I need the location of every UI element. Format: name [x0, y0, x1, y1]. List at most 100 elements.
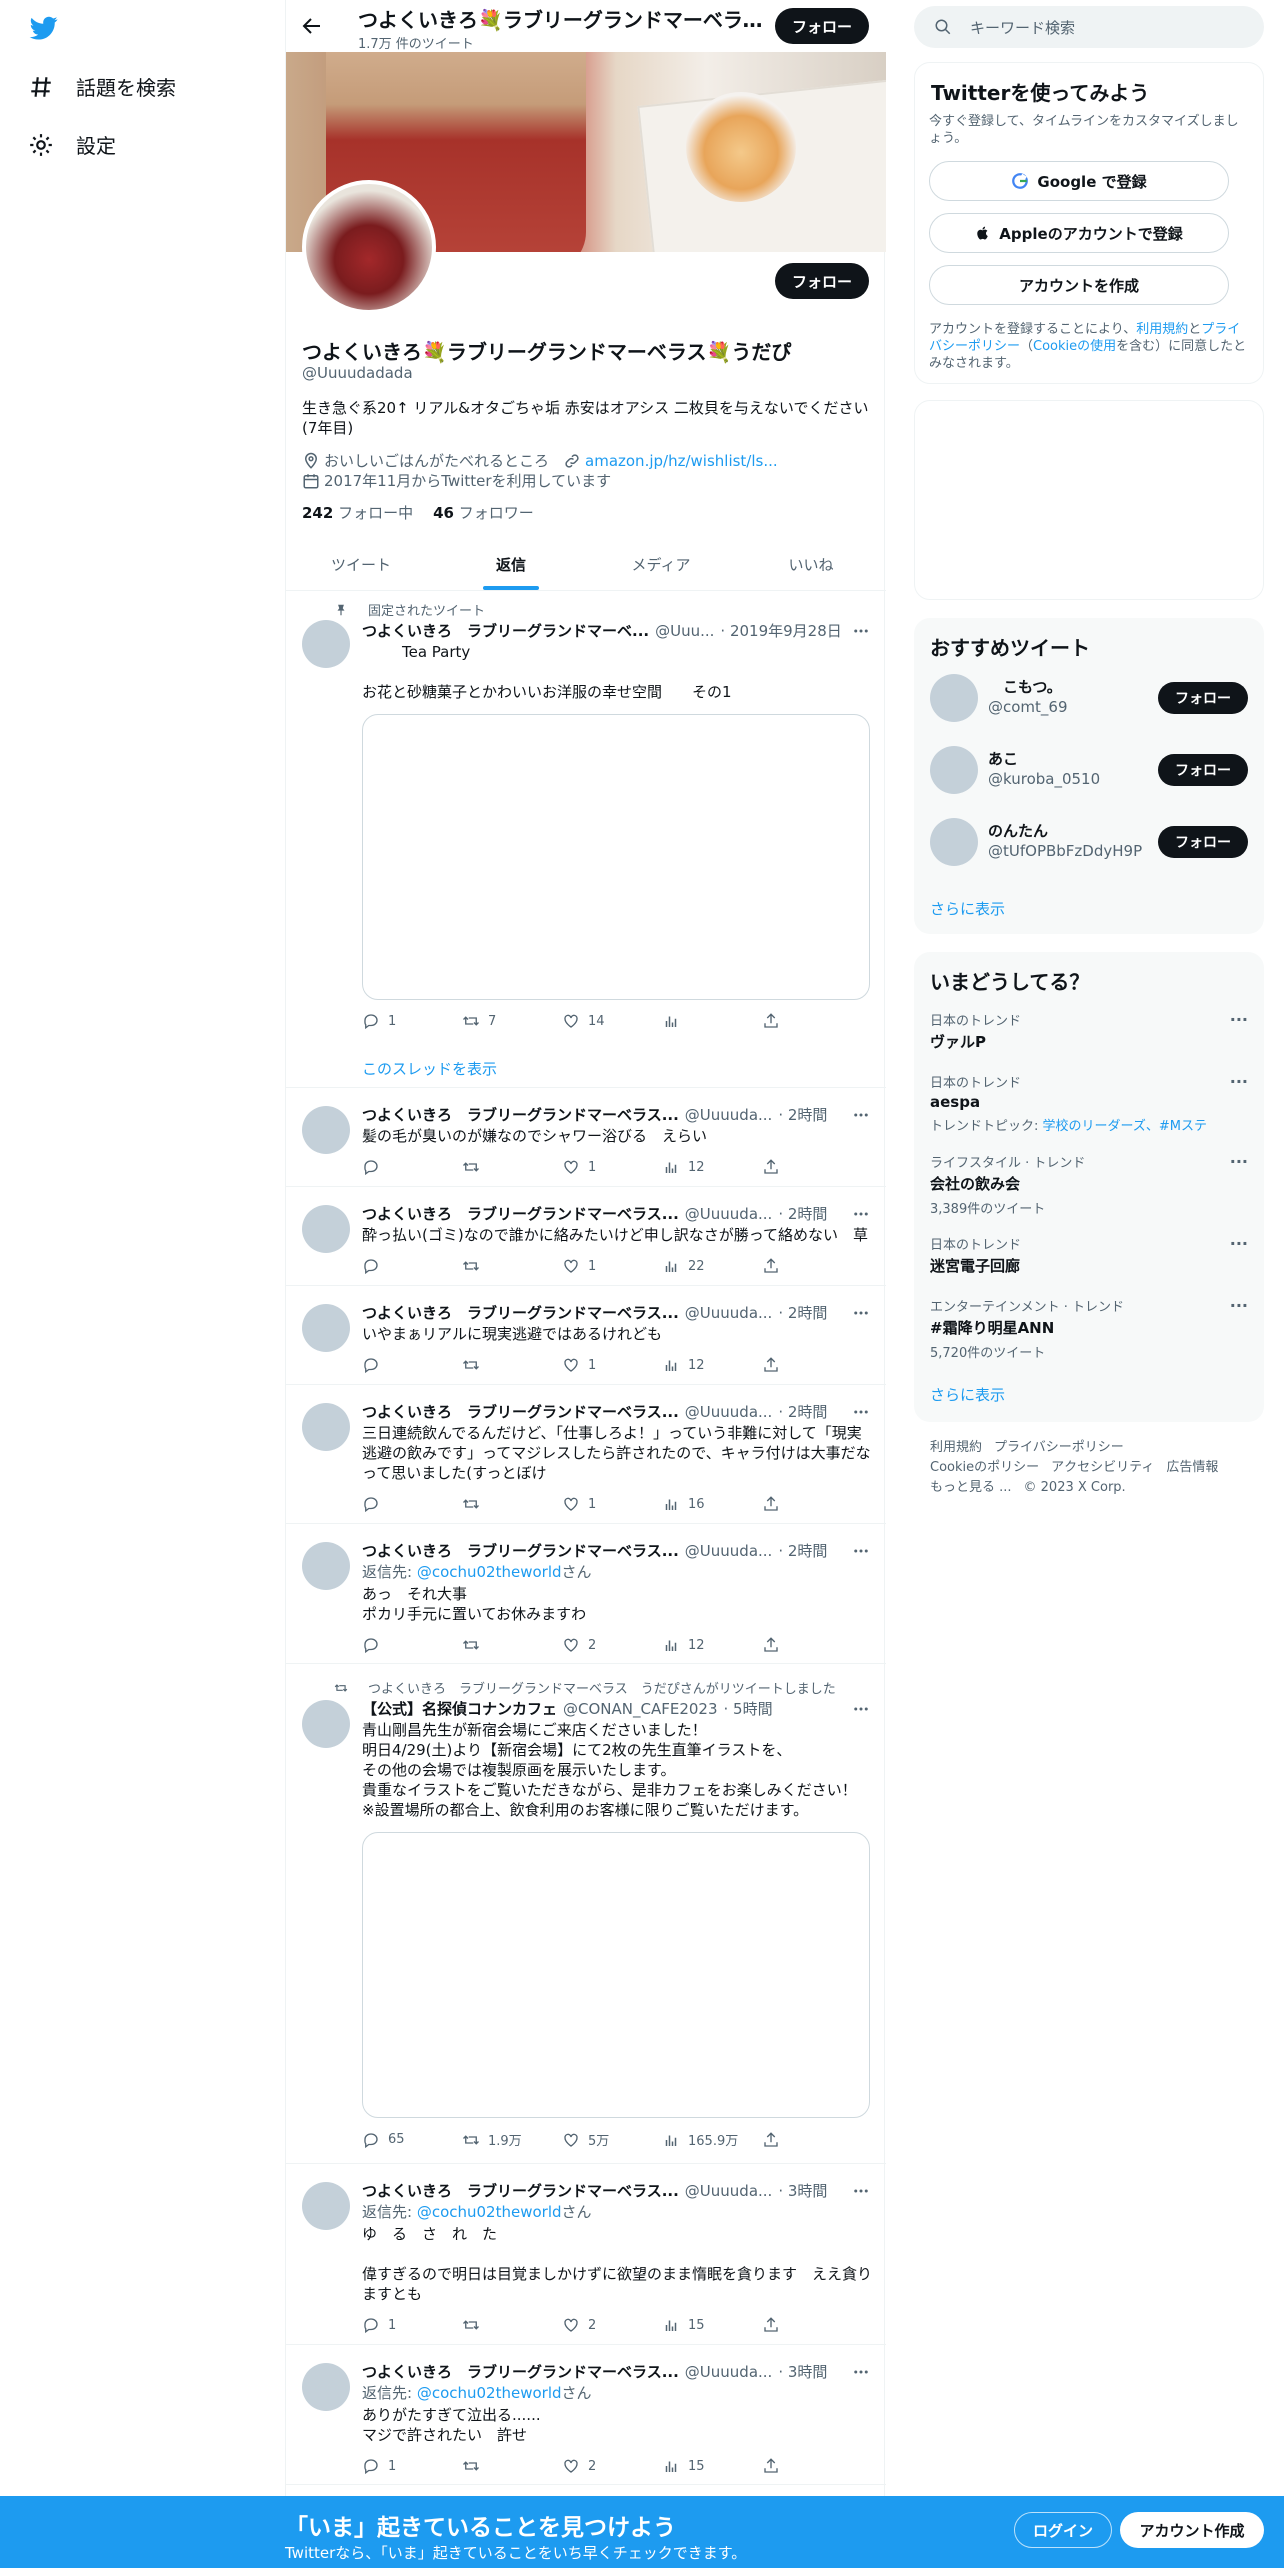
trend-more-icon[interactable]: ··· [1230, 1072, 1248, 1091]
analytics-button[interactable]: 16 [662, 1495, 762, 1513]
tweet-author-handle[interactable]: @CONAN_CAFE2023 [563, 1700, 718, 1718]
retweet-button[interactable] [462, 1158, 562, 1176]
nav-explore[interactable]: 話題を検索 [28, 72, 176, 101]
reply-button[interactable]: 1 [362, 1012, 462, 1030]
show-thread-link[interactable]: このスレッドを表示 [362, 1058, 497, 1079]
reply-button[interactable]: 1 [362, 2457, 462, 2475]
tweet-author-name[interactable]: つよくいきろ ラブリーグランドマーベラス... [362, 1401, 679, 1422]
tweet-time[interactable]: · 2時間 [778, 1104, 827, 1125]
tweet-time[interactable]: · 2時間 [778, 1302, 827, 1323]
footer-link[interactable]: 広告情報 [1166, 1460, 1218, 1475]
avatar[interactable] [302, 1304, 350, 1352]
share-button[interactable] [762, 2131, 862, 2149]
footer-link[interactable]: アクセシビリティ [1051, 1460, 1154, 1475]
trend-more-icon[interactable]: ··· [1230, 1234, 1248, 1253]
analytics-button[interactable]: 15 [662, 2316, 762, 2334]
tweet-author-handle[interactable]: @Uuuuda... [685, 1205, 773, 1223]
more-options-icon[interactable] [852, 1304, 870, 1322]
footer-link[interactable]: もっと見る ... [930, 1480, 1012, 1495]
tweet-author-handle[interactable]: @Uuu... [655, 622, 714, 640]
tweet-author-handle[interactable]: @Uuuuda... [685, 1403, 773, 1421]
more-options-icon[interactable] [852, 1403, 870, 1421]
avatar[interactable] [930, 818, 978, 866]
share-button[interactable] [762, 1636, 862, 1654]
retweet-context-label[interactable]: つよくいきろ ラブリーグランドマーベラス うだぴさんがリツイートしました [368, 1678, 836, 1697]
tweet-author-name[interactable]: つよくいきろ ラブリーグランドマーベラス... [362, 1203, 679, 1224]
avatar[interactable] [302, 2363, 350, 2411]
retweet-button[interactable] [462, 2457, 562, 2475]
like-button[interactable]: 1 [562, 1158, 662, 1176]
retweet-button[interactable] [462, 1495, 562, 1513]
trend-item[interactable]: 日本のトレンド 迷宮電子回廊 ··· [930, 1234, 1248, 1276]
list-item[interactable]: つよくいきろ ラブリーグランドマーベラス... @Uuuuda... · 2時間… [286, 1524, 886, 1664]
recommended-user[interactable]: あこ @kuroba_0510 フォロー [930, 742, 1248, 798]
analytics-button[interactable]: 22 [662, 1257, 762, 1275]
tweet-media[interactable] [362, 714, 870, 1000]
like-button[interactable]: 2 [562, 1636, 662, 1654]
reply-button[interactable]: 1 [362, 2316, 462, 2334]
tab-tweets[interactable]: ツイート [286, 538, 436, 590]
more-options-icon[interactable] [852, 622, 870, 640]
share-button[interactable] [762, 1356, 862, 1374]
avatar[interactable] [302, 1542, 350, 1590]
search-input[interactable]: キーワード検索 [970, 17, 1075, 38]
profile-follow-button[interactable]: フォロー [775, 263, 869, 299]
tweet-time[interactable]: · 3時間 [778, 2361, 827, 2382]
retweet-button[interactable]: 7 [462, 1012, 562, 1030]
trend-more-icon[interactable]: ··· [1230, 1296, 1248, 1315]
list-item[interactable]: つよくいきろ ラブリーグランドマーベラス... @Uuuuda... · 2時間… [286, 1286, 886, 1385]
tweet-author-name[interactable]: つよくいきろ ラブリーグランドマーベラス... [362, 2361, 679, 2382]
back-arrow-icon[interactable] [300, 14, 324, 38]
reply-to-link[interactable]: @cochu02theworld [417, 2384, 562, 2402]
more-options-icon[interactable] [852, 2182, 870, 2200]
avatar[interactable] [930, 674, 978, 722]
like-button[interactable]: 1 [562, 1495, 662, 1513]
like-button[interactable]: 2 [562, 2457, 662, 2475]
reply-button[interactable] [362, 1636, 462, 1654]
like-button[interactable]: 5万 [562, 2130, 662, 2149]
cookie-link[interactable]: Cookieの使用 [1033, 339, 1116, 354]
profile-link[interactable]: amazon.jp/hz/wishlist/ls... [585, 452, 778, 470]
retweet-button[interactable] [462, 1257, 562, 1275]
analytics-button[interactable]: 12 [662, 1636, 762, 1654]
retweeted-tweet[interactable]: つよくいきろ ラブリーグランドマーベラス うだぴさんがリツイートしました 【公式… [286, 1664, 886, 2164]
more-options-icon[interactable] [852, 2363, 870, 2381]
avatar[interactable] [302, 620, 350, 668]
recommended-show-more[interactable]: さらに表示 [930, 898, 1005, 919]
tweet-author-handle[interactable]: @Uuuuda... [685, 1304, 773, 1322]
tweet-author-name[interactable]: つよくいきろ ラブリーグランドマーベ... [362, 620, 649, 641]
footer-link[interactable]: Cookieのポリシー [930, 1460, 1039, 1475]
retweet-button[interactable] [462, 1636, 562, 1654]
share-button[interactable] [762, 1495, 862, 1513]
tweet-media[interactable] [362, 1832, 870, 2118]
tab-media[interactable]: メディア [586, 538, 736, 590]
share-button[interactable] [762, 2457, 862, 2475]
trend-item[interactable]: エンターテインメント · トレンド #霜降り明星ANN 5,720件のツイート … [930, 1296, 1248, 1361]
reply-to-link[interactable]: @cochu02theworld [417, 2203, 562, 2221]
follow-button[interactable]: フォロー [1158, 682, 1248, 714]
tweet-author-name[interactable]: つよくいきろ ラブリーグランドマーベラス... [362, 1540, 679, 1561]
retweet-button[interactable] [462, 1356, 562, 1374]
tab-likes[interactable]: いいね [736, 538, 886, 590]
apple-signup-button[interactable]: Appleのアカウントで登録 [929, 213, 1229, 253]
share-button[interactable] [762, 1158, 862, 1176]
reply-to-link[interactable]: @cochu02theworld [417, 1563, 562, 1581]
more-options-icon[interactable] [852, 1542, 870, 1560]
analytics-button[interactable]: 12 [662, 1158, 762, 1176]
tweet-time[interactable]: · 2時間 [778, 1401, 827, 1422]
avatar[interactable] [302, 2182, 350, 2230]
avatar[interactable] [302, 1106, 350, 1154]
following-link[interactable]: 242 フォロー中 [302, 502, 413, 523]
share-button[interactable] [762, 2316, 862, 2334]
reply-button[interactable]: 65 [362, 2131, 462, 2149]
like-button[interactable]: 2 [562, 2316, 662, 2334]
trend-item[interactable]: ライフスタイル · トレンド 会社の飲み会 3,389件のツイート ··· [930, 1152, 1248, 1217]
tweet-author-name[interactable]: 【公式】名探偵コナンカフェ [362, 1698, 557, 1719]
header-follow-button[interactable]: フォロー [775, 8, 869, 44]
like-button[interactable]: 14 [562, 1012, 662, 1030]
more-options-icon[interactable] [852, 1700, 870, 1718]
follow-button[interactable]: フォロー [1158, 826, 1248, 858]
reply-button[interactable] [362, 1158, 462, 1176]
like-button[interactable]: 1 [562, 1257, 662, 1275]
avatar[interactable] [930, 746, 978, 794]
